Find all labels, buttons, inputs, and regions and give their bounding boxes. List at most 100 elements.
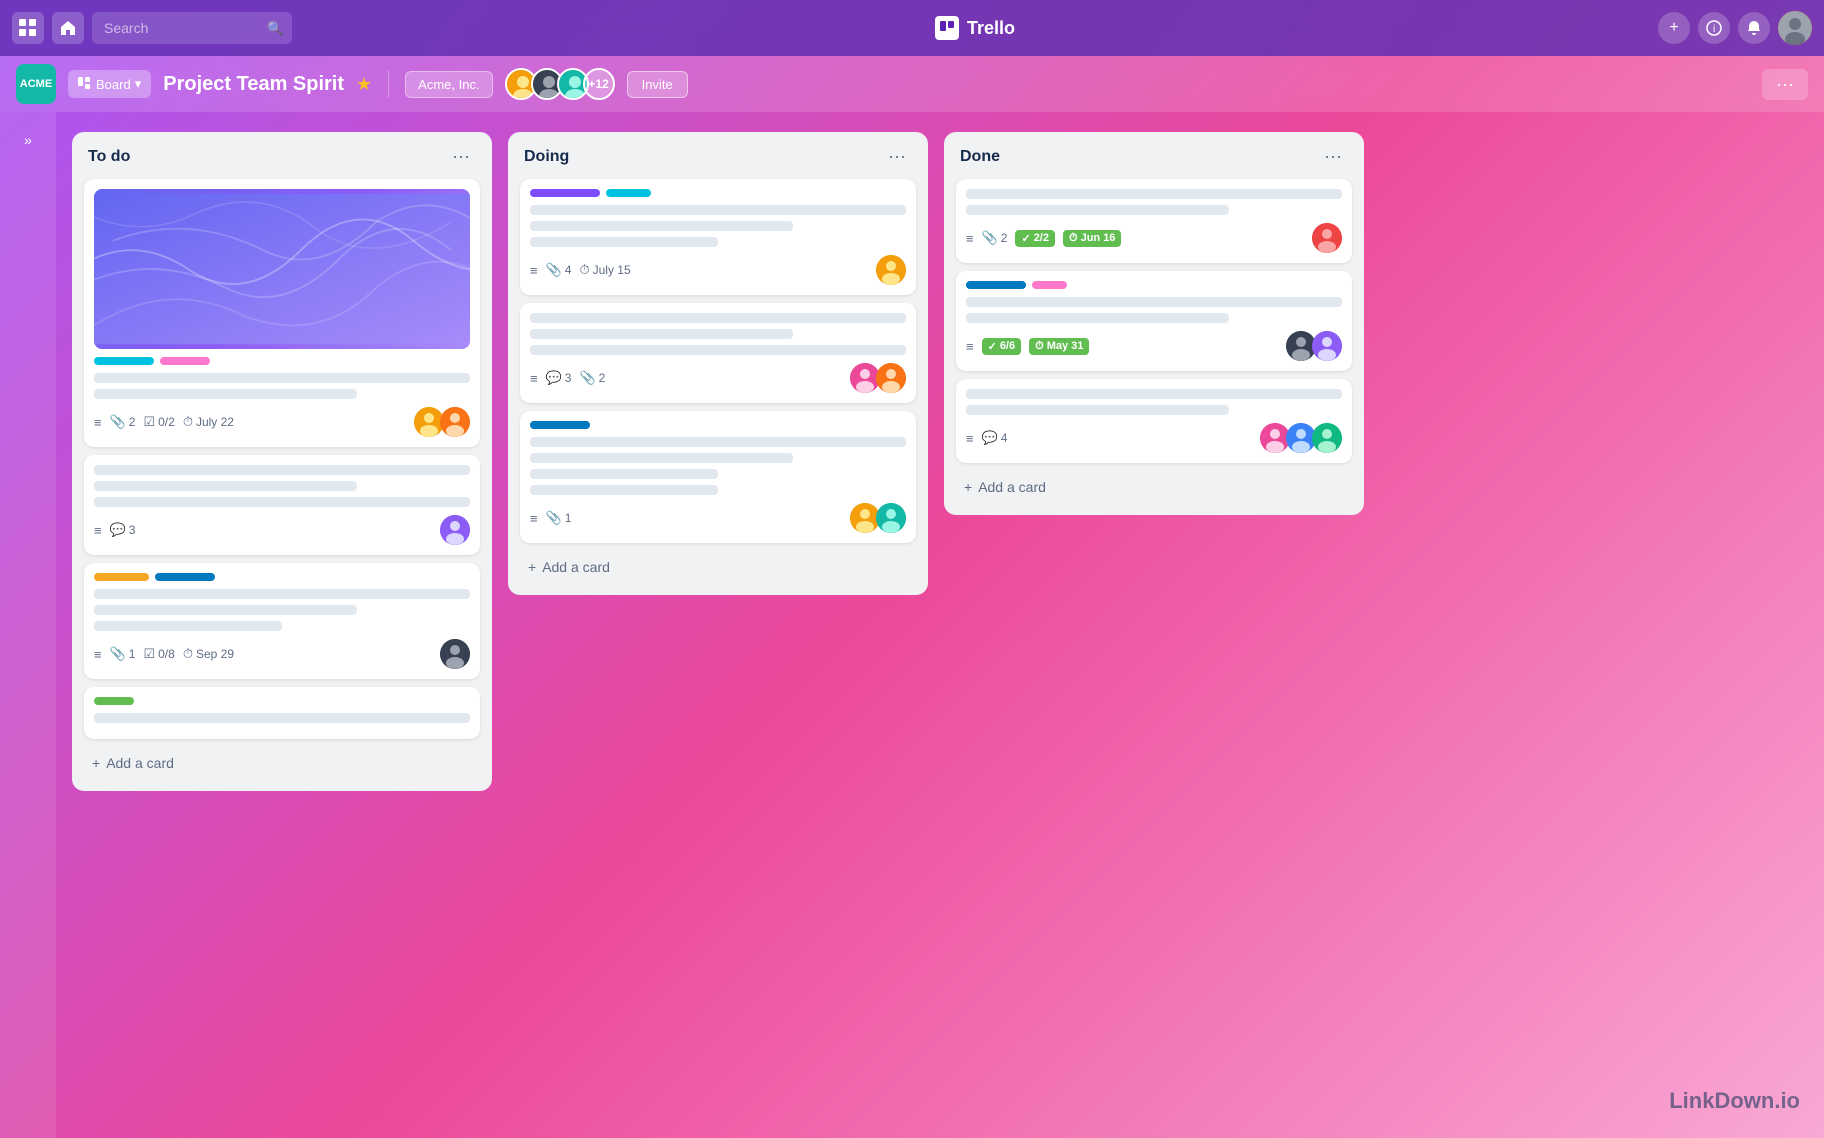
doing-card-1[interactable]: ≡ 📎 4 ⏱ July 15 [520,179,916,295]
info-button[interactable]: i [1698,12,1730,44]
board-view-button[interactable]: Board ▾ [68,70,151,98]
list-doing-header: Doing ··· [520,144,916,169]
attachment-icon: 📎 [982,230,998,246]
top-nav: 🔍 Trello + i [0,0,1824,56]
card-attachments: 📎 2 [579,370,605,386]
list-done-menu[interactable]: ··· [1318,144,1348,169]
card-text-line [966,405,1229,415]
list-todo-menu[interactable]: ··· [446,144,476,169]
user-avatar[interactable] [1778,11,1812,45]
notifications-button[interactable] [1738,12,1770,44]
description-icon: ≡ [94,415,102,430]
card-text-line [966,313,1229,323]
doing-card-3[interactable]: ≡ 📎 1 [520,411,916,543]
card-text-line [530,329,793,339]
plus-icon: + [92,755,100,771]
card-text-line [94,589,470,599]
checklist-icon: ☑ [143,646,155,662]
add-card-button-todo[interactable]: + Add a card [84,747,480,779]
list-doing-title: Doing [524,148,569,166]
sidebar-collapse-button[interactable]: » [16,124,40,156]
label-blue [966,281,1026,289]
avatar-face [1778,11,1812,45]
card-attachments: 📎 4 [546,262,572,278]
clock-icon: ⏱ [183,646,193,662]
todo-card-1[interactable]: ≡ 📎 2 ☑ 0/2 ⏱ July 22 [84,179,480,447]
description-icon: ≡ [94,523,102,538]
home-button[interactable] [52,12,84,44]
card-footer: ≡ 📎 2 ☑ 0/2 ⏱ July 22 [94,407,470,437]
list-todo: To do ··· [72,132,492,791]
attachment-icon: 📎 [579,370,595,386]
description-icon: ≡ [94,647,102,662]
todo-card-3[interactable]: ≡ 📎 1 ☑ 0/8 ⏱ Sep 29 [84,563,480,679]
list-todo-header: To do ··· [84,144,480,169]
list-doing-menu[interactable]: ··· [882,144,912,169]
card-avatars [876,255,906,285]
card-text-line [530,437,906,447]
card-comments: 💬 3 [110,522,136,538]
star-button[interactable]: ★ [356,74,372,95]
card-labels [94,697,470,705]
card-labels [94,573,470,581]
label-blue [530,421,590,429]
card-avatar-1 [1312,223,1342,253]
description-icon: ≡ [966,339,974,354]
attachment-count: 2 [599,371,606,385]
search-input[interactable] [92,12,292,44]
workspace-logo: ACME [16,64,56,104]
card-avatars [850,363,906,393]
card-text-line [530,237,718,247]
checklist-progress: 0/2 [158,415,175,429]
invite-button[interactable]: Invite [627,71,688,98]
card-avatars [1286,331,1342,361]
todo-card-4[interactable] [84,687,480,739]
card-checklist-done: ✓ 6/6 [982,338,1022,355]
card-avatar-1 [876,255,906,285]
attachment-count: 1 [565,511,572,525]
card-attachments: 📎 1 [110,646,136,662]
todo-card-2[interactable]: ≡ 💬 3 [84,455,480,555]
card-description-icon: ≡ [966,339,974,354]
doing-card-2[interactable]: ≡ 💬 3 📎 2 [520,303,916,403]
card-date-done: ⏱ Jun 16 [1063,230,1121,247]
comment-count: 3 [565,371,572,385]
clock-icon: ⏱ [1035,340,1044,353]
add-button[interactable]: + [1658,12,1690,44]
card-text-line [94,373,470,383]
done-card-1[interactable]: ≡ 📎 2 ✓ 2/2 ⏱ Jun 16 [956,179,1352,263]
member-count[interactable]: +12 [583,68,615,100]
comment-count: 3 [129,523,136,537]
card-text-line [966,189,1342,199]
add-card-label: Add a card [542,559,610,575]
add-card-button-doing[interactable]: + Add a card [520,551,916,583]
card-avatars [440,639,470,669]
check-icon: ✓ [1021,232,1030,245]
card-description-icon: ≡ [530,371,538,386]
list-done-header: Done ··· [956,144,1352,169]
card-text-line [966,297,1342,307]
comment-icon: 💬 [546,370,562,386]
card-text-line [966,205,1229,215]
card-description-icon: ≡ [530,511,538,526]
description-icon: ≡ [530,371,538,386]
card-labels [530,421,906,429]
card-avatars [1312,223,1342,253]
attachment-icon: 📎 [110,414,126,430]
card-attachments: 📎 2 [110,414,136,430]
board-more-button[interactable]: ··· [1762,69,1808,100]
checklist-done-count: 6/6 [1000,340,1015,352]
card-avatar-1 [440,515,470,545]
list-doing: Doing ··· ≡ 📎 4 [508,132,928,595]
done-card-2[interactable]: ≡ ✓ 6/6 ⏱ May 31 [956,271,1352,371]
add-card-button-done[interactable]: + Add a card [956,471,1352,503]
card-description-icon: ≡ [94,415,102,430]
description-icon: ≡ [966,431,974,446]
done-card-3[interactable]: ≡ 💬 4 [956,379,1352,463]
card-footer: ≡ 💬 3 [94,515,470,545]
card-description-icon: ≡ [966,431,974,446]
card-avatars [414,407,470,437]
workspace-tag[interactable]: Acme, Inc. [405,71,492,98]
card-text-line [94,389,357,399]
grid-menu-button[interactable] [12,12,44,44]
